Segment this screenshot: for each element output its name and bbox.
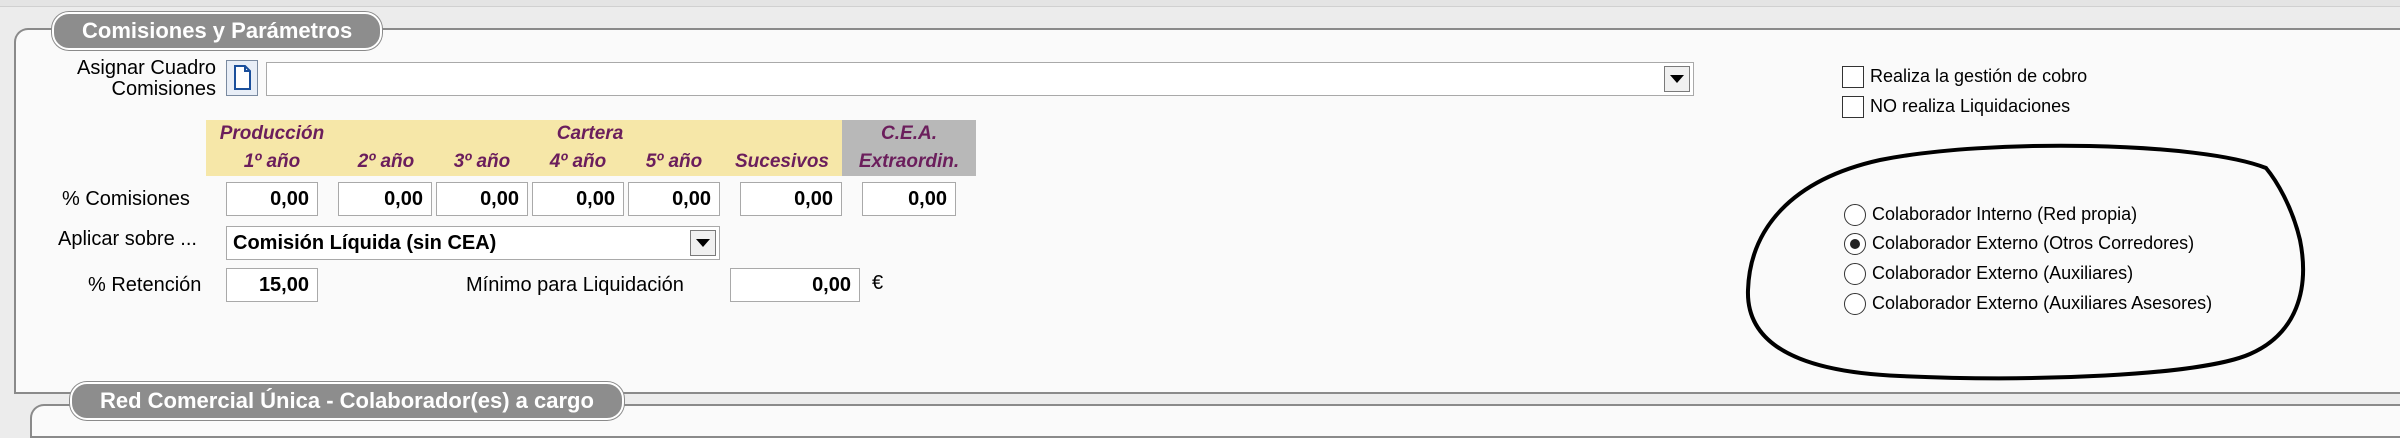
header-produccion: Producción	[219, 123, 325, 144]
header-extraordin: Extraordin.	[858, 151, 960, 172]
no-liquidaciones-checkbox[interactable]	[1842, 96, 1864, 118]
retencion-label: % Retención	[88, 274, 202, 296]
no-liquidaciones-label: NO realiza Liquidaciones	[1870, 96, 2071, 116]
aplicar-value: Comisión Líquida (sin CEA)	[233, 232, 497, 254]
header-5-anio: 5º año	[645, 151, 703, 172]
radio-label-externo-auxiliares: Colaborador Externo (Auxiliares)	[1872, 263, 2134, 283]
header-4-anio: 4º año	[549, 151, 607, 172]
document-icon[interactable]	[226, 60, 258, 96]
gestion-cobro-label: Realiza la gestión de cobro	[1870, 66, 2088, 86]
radio-colaborador-externo-asesores[interactable]	[1844, 293, 1866, 315]
section-title-red-comercial: Red Comercial Única - Colaborador(es) a …	[70, 382, 624, 420]
comision-1-anio-input[interactable]: 0,00	[226, 182, 318, 216]
aplicar-label: Aplicar sobre ...	[58, 228, 197, 250]
assign-cuadro-select[interactable]	[266, 62, 1694, 96]
radio-colaborador-interno[interactable]	[1844, 204, 1866, 226]
assign-label-line2: Comisiones	[111, 78, 216, 100]
comision-2-anio-input[interactable]: 0,00	[338, 182, 432, 216]
comision-4-anio-input[interactable]: 0,00	[532, 182, 624, 216]
retencion-input[interactable]: 15,00	[226, 268, 318, 302]
comision-extraordin-input[interactable]: 0,00	[862, 182, 956, 216]
header-cartera: Cartera	[556, 123, 624, 144]
radio-colaborador-externo-corredores[interactable]	[1844, 233, 1866, 255]
comision-5-anio-input[interactable]: 0,00	[628, 182, 720, 216]
header-cea: C.E.A.	[881, 123, 937, 144]
radio-label-externo-asesores: Colaborador Externo (Auxiliares Asesores…	[1872, 293, 2213, 313]
comision-sucesivos-input[interactable]: 0,00	[740, 182, 842, 216]
header-3-anio: 3º año	[453, 151, 511, 172]
assign-label: Asignar Cuadro Comisiones	[54, 58, 216, 100]
radio-label-interno: Colaborador Interno (Red propia)	[1872, 204, 2138, 224]
header-1-anio: 1º año	[243, 151, 301, 172]
radio-colaborador-externo-auxiliares[interactable]	[1844, 263, 1866, 285]
chevron-down-icon[interactable]	[690, 230, 716, 256]
header-sucesivos: Sucesivos	[735, 151, 829, 172]
top-divider	[0, 0, 2400, 7]
comision-3-anio-input[interactable]: 0,00	[436, 182, 528, 216]
chevron-down-icon[interactable]	[1664, 66, 1690, 92]
section-title-comisiones: Comisiones y Parámetros	[52, 12, 383, 50]
header-2-anio: 2º año	[357, 151, 415, 172]
gestion-cobro-checkbox[interactable]	[1842, 66, 1864, 88]
minimo-input[interactable]: 0,00	[730, 268, 860, 302]
comisiones-label: % Comisiones	[62, 188, 190, 210]
minimo-label: Mínimo para Liquidación	[466, 274, 684, 296]
assign-label-line1: Asignar Cuadro	[77, 57, 216, 79]
euro-unit: €	[872, 272, 884, 294]
radio-label-externo-corredores: Colaborador Externo (Otros Corredores)	[1872, 233, 2195, 253]
aplicar-select[interactable]: Comisión Líquida (sin CEA)	[226, 226, 720, 260]
